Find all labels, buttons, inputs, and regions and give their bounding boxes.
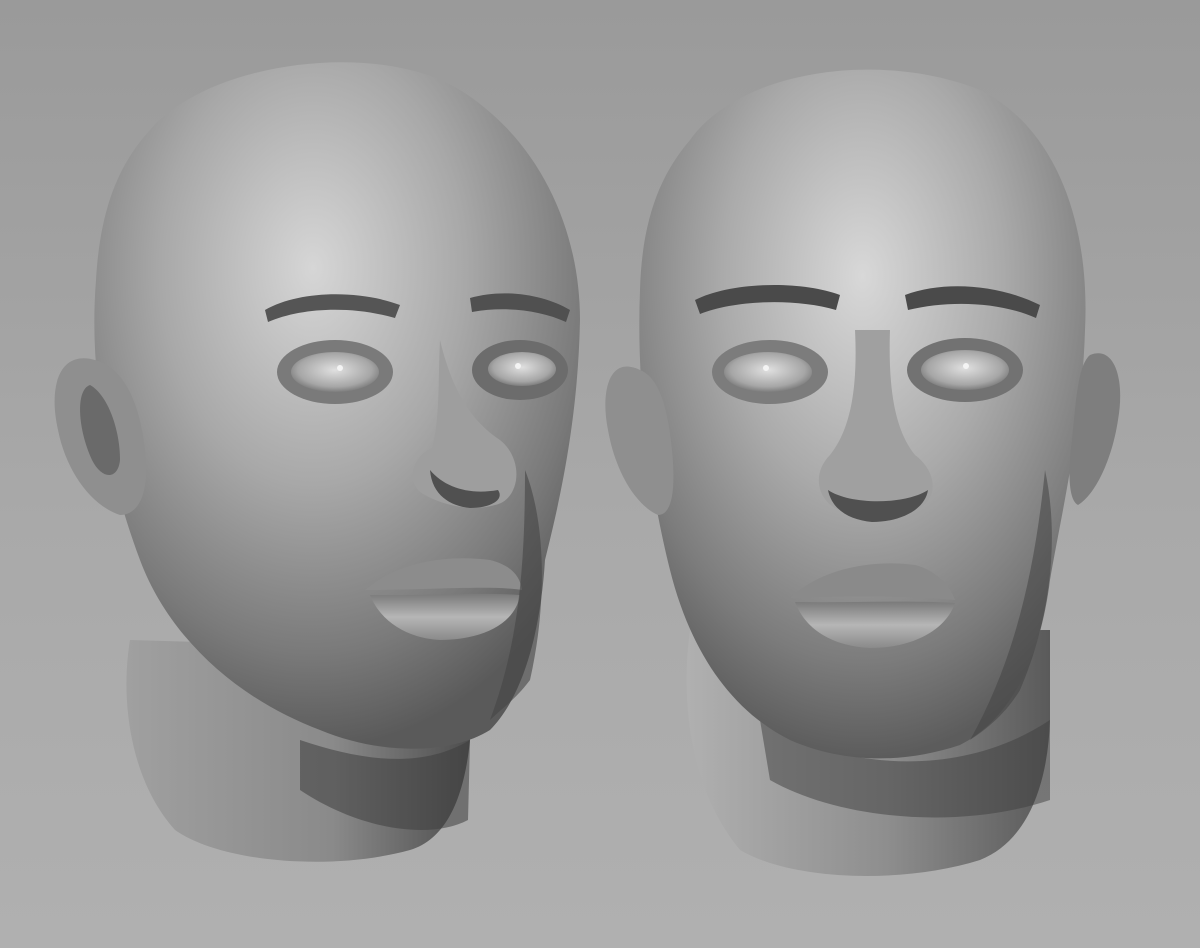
left-head: [54, 62, 581, 862]
right-head: [605, 69, 1121, 877]
right-eye-2-glint: [963, 363, 969, 369]
left-eye-2-glint: [515, 363, 521, 369]
sculpt-render: [54, 62, 1121, 877]
right-eye-1: [724, 352, 812, 392]
right-eye-1-glint: [763, 365, 769, 371]
left-eye-1: [291, 352, 379, 392]
left-eye-2: [488, 352, 556, 386]
right-eye-2: [921, 350, 1009, 390]
render-viewport: [0, 0, 1200, 948]
left-eye-1-glint: [337, 365, 343, 371]
